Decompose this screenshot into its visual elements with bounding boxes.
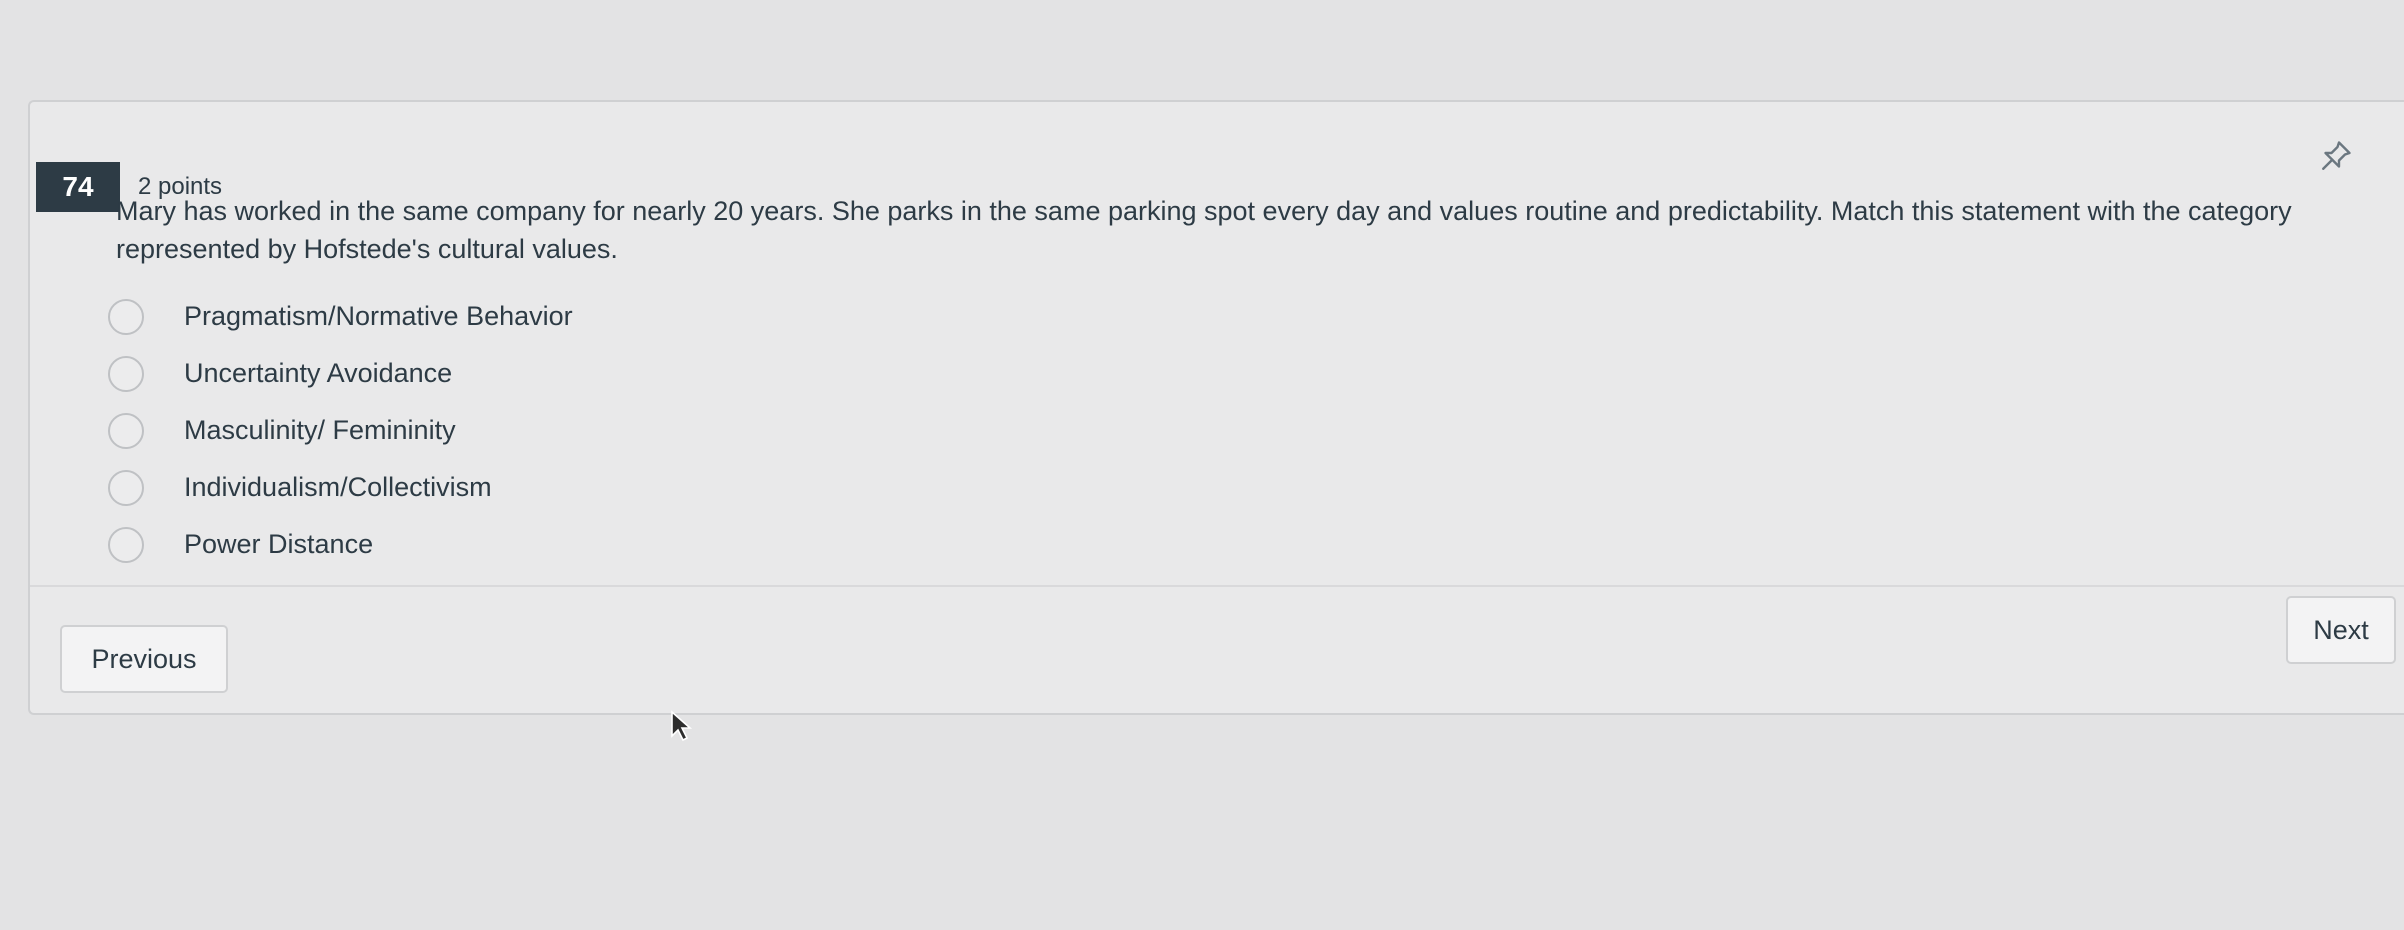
answer-option[interactable]: Masculinity/ Femininity xyxy=(108,402,573,459)
pin-icon[interactable] xyxy=(2318,138,2354,174)
answer-option[interactable]: Pragmatism/Normative Behavior xyxy=(108,288,573,345)
question-number-badge: 74 xyxy=(36,162,120,212)
answer-label: Uncertainty Avoidance xyxy=(184,358,453,388)
answer-label: Pragmatism/Normative Behavior xyxy=(184,301,573,331)
question-text: Mary has worked in the same company for … xyxy=(116,196,2292,264)
radio-button[interactable] xyxy=(108,298,144,335)
answer-label: Masculinity/ Femininity xyxy=(184,415,456,445)
answer-label: Individualism/Collectivism xyxy=(184,472,492,502)
radio-button[interactable] xyxy=(108,469,144,506)
answer-label: Power Distance xyxy=(184,529,374,559)
radio-button[interactable] xyxy=(108,355,144,392)
mouse-cursor-icon xyxy=(671,710,693,742)
next-button[interactable]: Next xyxy=(2286,596,2396,664)
answer-option[interactable]: Power Distance xyxy=(108,516,573,573)
footer-divider xyxy=(30,585,2404,587)
radio-button[interactable] xyxy=(108,412,144,449)
answer-option[interactable]: Individualism/Collectivism xyxy=(108,459,573,516)
answer-option[interactable]: Uncertainty Avoidance xyxy=(108,345,573,402)
answer-options: Pragmatism/Normative Behavior Uncertaint… xyxy=(108,288,573,573)
previous-button[interactable]: Previous xyxy=(60,625,228,693)
radio-button[interactable] xyxy=(108,526,144,563)
